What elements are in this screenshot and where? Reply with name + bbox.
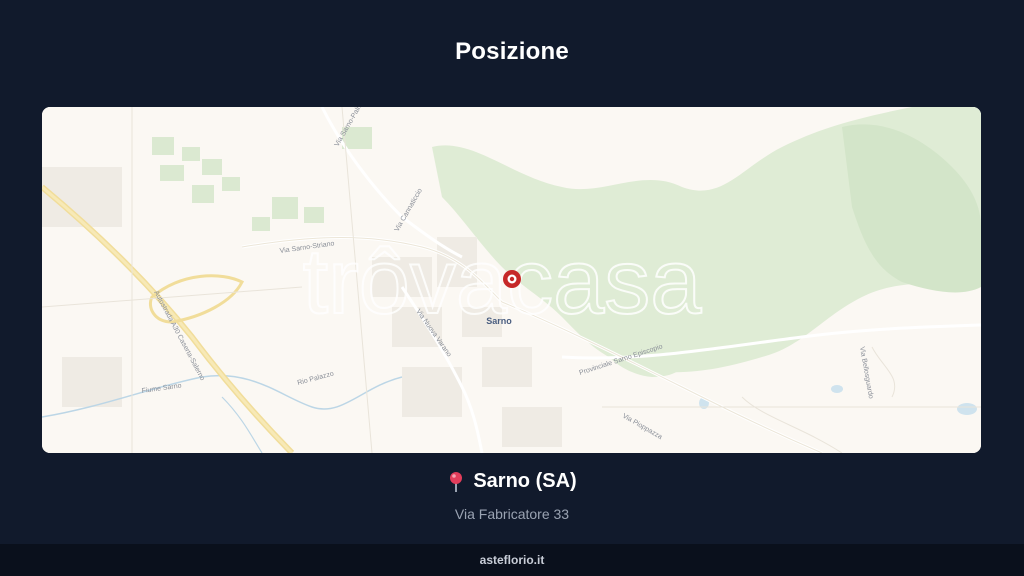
location-address: Via Fabricatore 33 — [454, 505, 570, 522]
location-title: Sarno (SA) — [447, 470, 577, 493]
page-title: Posizione — [455, 38, 569, 65]
footer-site[interactable]: asteflorio.it — [480, 553, 545, 567]
footer: asteflorio.it — [0, 544, 1024, 576]
map-canvas[interactable]: Via Sarno-Palma Via Cannaticcio Via Sarn… — [42, 107, 981, 453]
round-pushpin-icon — [447, 471, 465, 493]
location-marker-icon[interactable] — [503, 270, 521, 288]
location-city: Sarno (SA) — [473, 470, 577, 492]
location-info: Sarno (SA) Via Fabricatore 33 — [0, 470, 1024, 522]
map-view[interactable]: Via Sarno-Palma Via Cannaticcio Via Sarn… — [42, 107, 981, 453]
city-label: Sarno — [486, 316, 512, 326]
